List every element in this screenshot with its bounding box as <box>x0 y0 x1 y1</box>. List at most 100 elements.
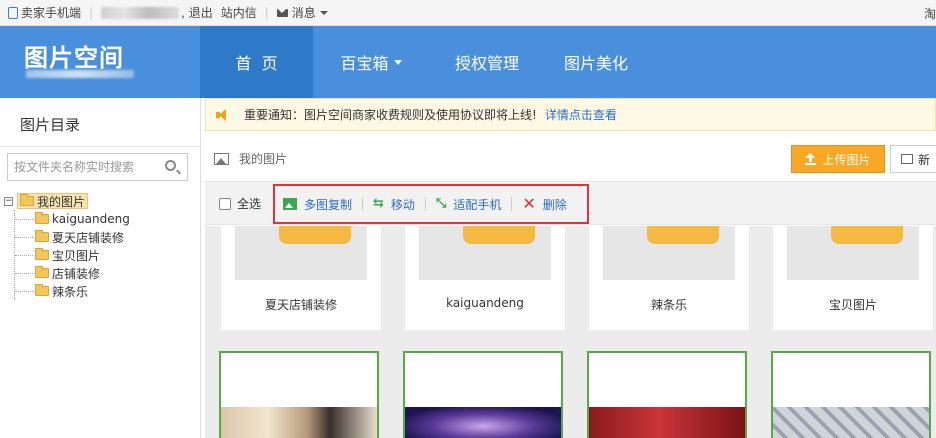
select-all[interactable]: 全选 <box>219 195 261 212</box>
inbox-link[interactable]: 站内信 <box>221 4 257 21</box>
image-card[interactable] <box>219 351 379 438</box>
nav-toolbox[interactable]: 百宝箱 <box>313 26 429 98</box>
top-utility-bar: 卖家手机端 | , 退出 站内信 | 消息 淘 <box>0 0 936 26</box>
tree-item[interactable]: kaiguandeng <box>15 210 130 228</box>
app-header: 图片空间 首 页 百宝箱 授权管理 图片美化 <box>0 26 936 98</box>
divider: | <box>89 5 94 20</box>
mobile-phone-icon <box>8 6 18 19</box>
folder-icon <box>279 226 351 244</box>
folder-thumbnail <box>419 226 551 280</box>
folder-icon <box>35 266 49 278</box>
folder-icon <box>647 226 719 244</box>
main-nav: 首 页 百宝箱 授权管理 图片美化 <box>200 26 647 98</box>
move-label: 移动 <box>390 197 415 212</box>
image-thumbnail <box>221 407 377 438</box>
folder-name: kaiguandeng <box>446 296 524 310</box>
seller-mobile-link[interactable]: 卖家手机端 <box>21 4 81 21</box>
tree-item-label: 辣条乐 <box>52 284 89 299</box>
nav-home-label: 首 页 <box>235 54 278 73</box>
fit-mobile-label: 适配手机 <box>453 197 502 212</box>
nav-toolbox-label: 百宝箱 <box>340 54 389 73</box>
tree-item[interactable]: 宝贝图片 <box>15 246 130 264</box>
copy-images-button[interactable]: 多图复制 <box>283 196 352 213</box>
chevron-down-icon <box>393 59 402 65</box>
tree-item-label: 夏天店铺装修 <box>52 230 125 245</box>
delete-button[interactable]: ✕ 删除 <box>522 196 566 213</box>
folder-thumbnail <box>603 226 735 280</box>
nav-authorization[interactable]: 授权管理 <box>429 26 545 98</box>
tree-children: kaiguandeng 夏天店铺装修 宝贝图片 店铺装修 辣条乐 <box>14 210 130 300</box>
new-folder-button[interactable]: 新 <box>890 145 936 173</box>
folder-tree: − 我的图片 kaiguandeng 夏天店铺装修 宝贝图片 店铺装修 辣条乐 <box>4 192 130 300</box>
search-icon[interactable] <box>165 160 176 171</box>
image-copy-icon <box>283 198 297 210</box>
folder-icon <box>35 248 49 260</box>
breadcrumb-label[interactable]: 我的图片 <box>239 150 287 167</box>
sidebar: 图片目录 − 我的图片 kaiguandeng 夏天店铺装修 宝贝图片 <box>0 98 201 438</box>
app-logo[interactable]: 图片空间 <box>24 38 124 73</box>
blurred-username <box>101 6 180 19</box>
nav-image-beautify-label: 图片美化 <box>563 54 628 73</box>
folder-icon <box>35 212 49 224</box>
bulk-action-toolbar: 全选 多图复制 ⇆ 移动 ⤡ 适配手机 ✕ 删除 <box>205 181 936 225</box>
shrink-arrows-icon: ⤡ <box>435 196 447 211</box>
tree-item-label: 店铺装修 <box>52 266 101 281</box>
new-folder-icon <box>901 154 913 164</box>
collapse-toggle[interactable]: − <box>4 196 13 206</box>
image-grid: 夏天店铺装修 kaiguandeng 辣条乐 宝贝图片 <box>205 226 936 438</box>
nav-authorization-label: 授权管理 <box>454 54 519 73</box>
image-thumbnail <box>405 407 561 438</box>
folder-card[interactable]: kaiguandeng <box>405 226 565 330</box>
image-icon <box>214 152 229 165</box>
tree-root-row: − 我的图片 <box>4 192 130 210</box>
new-folder-label: 新 <box>918 152 931 167</box>
select-all-checkbox[interactable] <box>219 197 231 210</box>
upload-image-button[interactable]: 上传图片 <box>791 145 885 173</box>
nav-image-beautify[interactable]: 图片美化 <box>545 26 647 98</box>
divider <box>511 197 513 211</box>
folder-card[interactable]: 辣条乐 <box>589 226 749 330</box>
fit-mobile-button[interactable]: ⤡ 适配手机 <box>436 196 501 213</box>
image-card[interactable] <box>587 351 747 438</box>
notice-details-link[interactable]: 详情点击查看 <box>545 106 617 123</box>
folder-thumbnail <box>787 226 919 280</box>
tree-item-label: kaiguandeng <box>52 212 130 226</box>
tree-item[interactable]: 店铺装修 <box>15 264 130 282</box>
image-card[interactable] <box>771 351 931 438</box>
nav-home[interactable]: 首 页 <box>200 26 313 98</box>
chevron-down-icon <box>319 10 328 15</box>
tree-item-my-images[interactable]: 我的图片 <box>17 193 89 209</box>
topbar-right-link[interactable]: 淘 <box>924 5 936 22</box>
move-button[interactable]: ⇆ 移动 <box>373 196 415 213</box>
mail-icon <box>276 8 288 17</box>
tree-item[interactable]: 夏天店铺装修 <box>15 228 130 246</box>
folder-icon <box>463 226 535 244</box>
close-icon: ✕ <box>522 194 536 213</box>
tree-item-label: 我的图片 <box>37 194 86 209</box>
folder-thumbnail <box>235 226 367 280</box>
divider <box>362 197 364 211</box>
divider <box>424 197 426 211</box>
logo-subtitle-blurred <box>26 70 134 78</box>
folder-name: 夏天店铺装修 <box>264 298 337 312</box>
tree-item-label: 宝贝图片 <box>52 248 101 263</box>
divider <box>0 146 200 147</box>
highlighted-actions: 多图复制 ⇆ 移动 ⤡ 适配手机 ✕ 删除 <box>273 184 589 224</box>
swap-arrows-icon: ⇆ <box>373 196 384 211</box>
logout-link[interactable]: , 退出 <box>181 4 213 21</box>
folder-search-input[interactable] <box>8 154 156 180</box>
folder-name: 宝贝图片 <box>828 298 877 312</box>
sidebar-title: 图片目录 <box>20 116 81 134</box>
messages-menu[interactable]: 消息 <box>292 4 316 21</box>
notice-banner: 重要通知：图片空间商家收费规则及使用协议即将上线! 详情点击查看 <box>205 98 936 131</box>
notice-text: 重要通知：图片空间商家收费规则及使用协议即将上线! <box>244 108 537 122</box>
tree-item[interactable]: 辣条乐 <box>15 282 130 300</box>
folder-card[interactable]: 夏天店铺装修 <box>221 226 381 330</box>
folder-card[interactable]: 宝贝图片 <box>773 226 933 330</box>
delete-label: 删除 <box>542 197 567 212</box>
image-card[interactable] <box>403 351 563 438</box>
speaker-icon <box>216 108 230 121</box>
upload-image-label: 上传图片 <box>822 152 871 167</box>
select-all-label: 全选 <box>237 197 262 211</box>
divider: | <box>264 5 269 20</box>
